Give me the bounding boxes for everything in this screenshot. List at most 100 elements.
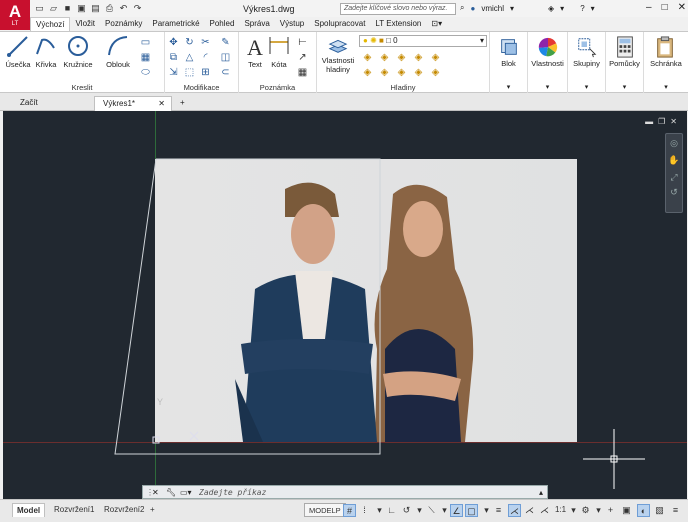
- navigation-bar[interactable]: ◎ ✋ ⤢ ↺: [665, 133, 683, 213]
- tab-parametricke[interactable]: Parametrické: [147, 17, 204, 31]
- new-tab-button[interactable]: +: [176, 96, 192, 111]
- new-icon[interactable]: ▭: [34, 3, 45, 14]
- panel-skupiny[interactable]: Skupiny ▾: [568, 32, 606, 93]
- leader-icon[interactable]: ↗: [297, 52, 308, 63]
- undo-icon[interactable]: ↶: [118, 3, 129, 14]
- layer-tool-icon[interactable]: ◈: [379, 52, 390, 63]
- close-icon[interactable]: ✕: [670, 117, 677, 126]
- object-snap-icon[interactable]: ▢: [465, 504, 478, 517]
- layer-tool-icon[interactable]: ◈: [362, 52, 373, 63]
- layer-tool-icon[interactable]: ◈: [396, 67, 407, 78]
- search-input[interactable]: Zadejte klíčové slovo nebo výraz.: [340, 3, 456, 15]
- auto-scale-icon[interactable]: ⋌: [523, 504, 536, 517]
- annotation-scale-icon[interactable]: ⋌: [538, 504, 551, 517]
- stretch-icon[interactable]: ⇲: [168, 67, 179, 78]
- isolate-objects-icon[interactable]: ◐: [637, 504, 650, 517]
- minimize-icon[interactable]: ▬: [645, 117, 653, 126]
- close-icon[interactable]: ✕: [158, 97, 165, 110]
- dimension-button[interactable]: Kóta: [263, 34, 295, 69]
- tab-pohled[interactable]: Pohled: [205, 17, 240, 31]
- close-icon[interactable]: ✕: [678, 2, 686, 13]
- help-icon[interactable]: ?: [580, 4, 584, 13]
- hatch-icon[interactable]: ▦: [140, 52, 151, 63]
- plus-icon[interactable]: +: [604, 504, 617, 517]
- save-icon[interactable]: ■: [62, 3, 73, 14]
- add-layout-button[interactable]: +: [146, 503, 159, 517]
- panel-hladiny-label[interactable]: Hladiny: [317, 83, 489, 92]
- tab-vlozit[interactable]: Vložit: [70, 17, 100, 31]
- isodraft-icon[interactable]: ⟍: [425, 504, 438, 517]
- object-snap-tracking-icon[interactable]: ∠: [450, 504, 463, 517]
- exchange-icon[interactable]: ◈: [548, 4, 554, 13]
- chevron-down-icon[interactable]: ▾: [591, 4, 595, 13]
- layout-tab-rozvrzeni1[interactable]: Rozvržení1: [50, 503, 98, 517]
- layer-tool-icon[interactable]: ◈: [396, 52, 407, 63]
- close-icon[interactable]: ✕: [152, 488, 159, 497]
- scale-icon[interactable]: ⬚: [184, 67, 195, 78]
- pan-icon[interactable]: ✋: [666, 155, 682, 166]
- file-tab-drawing[interactable]: Výkres1* ✕: [94, 96, 172, 111]
- orbit-icon[interactable]: ↺: [666, 187, 682, 198]
- grid-icon[interactable]: #: [343, 504, 356, 517]
- minimize-icon[interactable]: –: [646, 2, 652, 13]
- maximize-icon[interactable]: □: [662, 2, 668, 13]
- zoom-icon[interactable]: ⤢: [666, 172, 682, 183]
- redo-icon[interactable]: ↷: [132, 3, 143, 14]
- ortho-icon[interactable]: ∟: [385, 504, 398, 517]
- tab-spolupracovat[interactable]: Spolupracovat: [309, 17, 370, 31]
- polar-icon[interactable]: ↺: [400, 504, 413, 517]
- arc-button[interactable]: Oblouk: [102, 34, 134, 69]
- layer-dropdown[interactable]: ● ✺ ■ □ 0 ▾: [359, 35, 487, 47]
- layer-tool-icon[interactable]: ◈: [379, 67, 390, 78]
- table-icon[interactable]: ▦: [297, 67, 308, 78]
- panel-blok[interactable]: Blok ▾: [490, 32, 528, 93]
- print-icon[interactable]: ⎙: [104, 3, 115, 14]
- layout-tab-model[interactable]: Model: [12, 503, 46, 517]
- gear-icon[interactable]: ⚙: [579, 504, 592, 517]
- explode-icon[interactable]: ◫: [220, 52, 231, 63]
- customization-icon[interactable]: ≡: [669, 504, 682, 517]
- command-prompt-icon[interactable]: ▭▾: [180, 488, 192, 497]
- erase-icon[interactable]: ✎: [220, 37, 231, 48]
- clean-screen-icon[interactable]: ▧: [653, 504, 666, 517]
- copy-icon[interactable]: ⧉: [168, 52, 179, 63]
- restore-icon[interactable]: ❐: [658, 117, 665, 126]
- file-tab-start[interactable]: Začít: [12, 96, 94, 111]
- ribbon-options-button[interactable]: ⊡▾: [426, 17, 447, 31]
- user-icon[interactable]: ●: [470, 4, 475, 13]
- tab-poznamky[interactable]: Poznámky: [100, 17, 147, 31]
- tab-vystup[interactable]: Výstup: [275, 17, 309, 31]
- chevron-up-icon[interactable]: ▴: [539, 488, 543, 497]
- ellipse-icon[interactable]: ⬭: [140, 67, 151, 78]
- panel-poznamka-label[interactable]: Poznámka: [239, 83, 316, 92]
- save-as-icon[interactable]: ▣: [76, 3, 87, 14]
- tab-lt-extension[interactable]: LT Extension: [370, 17, 426, 31]
- mirror-icon[interactable]: △: [184, 52, 195, 63]
- command-input[interactable]: Zadejte příkaz: [199, 488, 266, 497]
- layer-tool-icon[interactable]: ◈: [413, 52, 424, 63]
- layer-tool-icon[interactable]: ◈: [362, 67, 373, 78]
- rotate-icon[interactable]: ↻: [184, 37, 195, 48]
- layer-tool-icon[interactable]: ◈: [430, 52, 441, 63]
- panel-kreslit-label[interactable]: Kreslit: [0, 83, 164, 92]
- offset-icon[interactable]: ⊂: [220, 67, 231, 78]
- wrench-icon[interactable]: 🔧︎: [166, 488, 176, 497]
- open-icon[interactable]: ▱: [48, 3, 59, 14]
- chevron-down-icon[interactable]: ▾: [560, 4, 564, 13]
- panel-modifikace-label[interactable]: Modifikace: [165, 83, 238, 92]
- array-icon[interactable]: ⊞: [200, 67, 211, 78]
- hardware-acceleration-icon[interactable]: ▣: [620, 504, 633, 517]
- chevron-down-icon[interactable]: ▾: [510, 4, 514, 13]
- binoculars-icon[interactable]: ⌕: [460, 3, 464, 13]
- model-paper-toggle[interactable]: MODELP: [304, 503, 346, 517]
- fillet-icon[interactable]: ◜: [200, 52, 211, 63]
- trim-icon[interactable]: ✂: [200, 37, 211, 48]
- lineweight-icon[interactable]: ≡: [492, 504, 505, 517]
- polyline-button[interactable]: Křivka: [30, 34, 62, 69]
- publish-icon[interactable]: ▤: [90, 3, 101, 14]
- circle-button[interactable]: Kružnice: [62, 34, 94, 69]
- layer-tool-icon[interactable]: ◈: [413, 67, 424, 78]
- layer-tool-icon[interactable]: ◈: [430, 67, 441, 78]
- snap-icon[interactable]: ⁞: [358, 504, 371, 517]
- annotation-visibility-icon[interactable]: ⋌: [508, 504, 521, 517]
